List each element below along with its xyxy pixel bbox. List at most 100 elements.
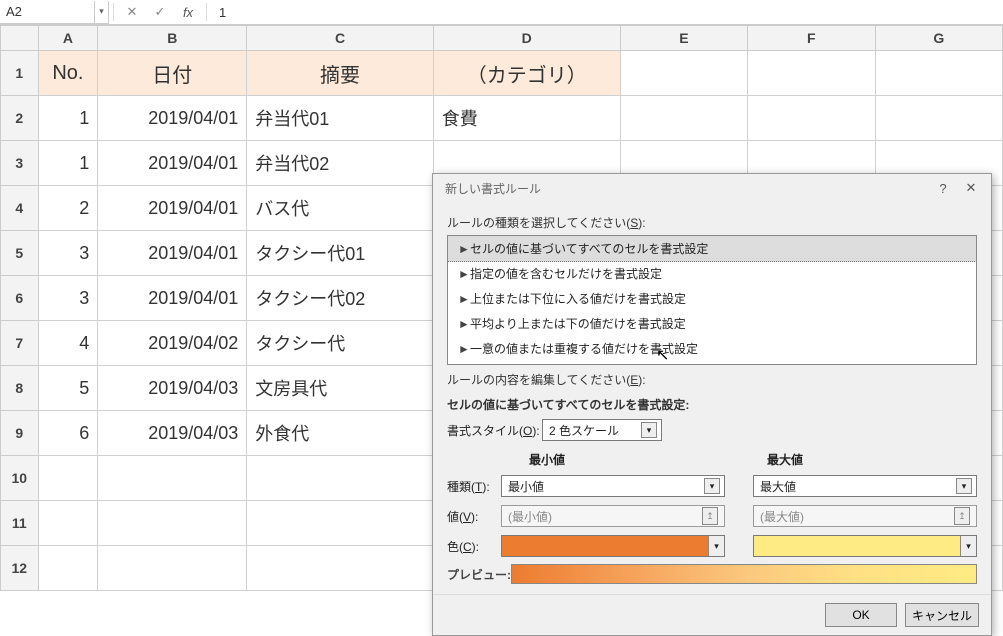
- format-style-combo[interactable]: 2 色スケール ▾: [542, 419, 662, 441]
- cell[interactable]: 3: [38, 231, 98, 276]
- row-header[interactable]: 9: [1, 411, 39, 456]
- formula-cancel-button[interactable]: ✕: [118, 4, 146, 20]
- edit-area-title: セルの値に基づいてすべてのセルを書式設定:: [447, 396, 977, 413]
- ok-button[interactable]: OK: [825, 603, 897, 627]
- cell[interactable]: 1: [38, 96, 98, 141]
- cell[interactable]: （カテゴリ）: [433, 51, 620, 96]
- cell[interactable]: タクシー代: [247, 321, 433, 366]
- cell[interactable]: タクシー代01: [247, 231, 433, 276]
- max-type-combo[interactable]: 最大値 ▾: [753, 475, 977, 497]
- column-header[interactable]: A: [38, 26, 98, 51]
- cell[interactable]: [38, 456, 98, 501]
- cell[interactable]: 2019/04/02: [98, 321, 247, 366]
- help-button[interactable]: ?: [929, 181, 957, 196]
- cell[interactable]: [38, 546, 98, 591]
- column-header[interactable]: B: [98, 26, 247, 51]
- cell[interactable]: [748, 96, 875, 141]
- insert-function-button[interactable]: fx: [174, 5, 202, 20]
- cell[interactable]: 4: [38, 321, 98, 366]
- row-header[interactable]: 1: [1, 51, 39, 96]
- color-label: 色(C):: [447, 538, 501, 555]
- cell[interactable]: 1: [38, 141, 98, 186]
- cell[interactable]: 弁当代02: [247, 141, 433, 186]
- cell[interactable]: 外食代: [247, 411, 433, 456]
- cell[interactable]: 食費: [433, 96, 620, 141]
- cell[interactable]: 2: [38, 186, 98, 231]
- cell[interactable]: 文房具代: [247, 366, 433, 411]
- cell[interactable]: 2019/04/01: [98, 96, 247, 141]
- cell[interactable]: 摘要: [247, 51, 433, 96]
- rule-type-item[interactable]: ► セルの値に基づいてすべてのセルを書式設定: [447, 235, 977, 262]
- row-header[interactable]: 6: [1, 276, 39, 321]
- type-label: 種類(T):: [447, 478, 501, 495]
- preview-label: プレビュー:: [447, 566, 511, 583]
- cell[interactable]: 6: [38, 411, 98, 456]
- name-box-dropdown[interactable]: ▾: [95, 1, 109, 24]
- formula-confirm-button[interactable]: ✓: [146, 4, 174, 20]
- column-header[interactable]: F: [748, 26, 875, 51]
- cell[interactable]: [98, 501, 247, 546]
- cell[interactable]: No.: [38, 51, 98, 96]
- chevron-down-icon: ▾: [956, 478, 972, 494]
- column-header[interactable]: G: [875, 26, 1002, 51]
- min-color-combo[interactable]: ▾: [501, 535, 725, 557]
- row-header[interactable]: 2: [1, 96, 39, 141]
- cell[interactable]: 2019/04/01: [98, 141, 247, 186]
- cell[interactable]: [875, 51, 1002, 96]
- min-type-combo[interactable]: 最小値 ▾: [501, 475, 725, 497]
- row-header[interactable]: 11: [1, 501, 39, 546]
- rule-type-item[interactable]: ► 平均より上または下の値だけを書式設定: [448, 311, 976, 336]
- color-swatch: [754, 536, 960, 556]
- row-header[interactable]: 10: [1, 456, 39, 501]
- rule-type-list[interactable]: ► セルの値に基づいてすべてのセルを書式設定► 指定の値を含むセルだけを書式設定…: [447, 235, 977, 365]
- cell[interactable]: [98, 456, 247, 501]
- rule-type-item[interactable]: ► 数式を使用して、書式設定するセルを決定: [448, 361, 976, 365]
- column-header[interactable]: C: [247, 26, 433, 51]
- cell[interactable]: 日付: [98, 51, 247, 96]
- color-swatch: [502, 536, 708, 556]
- cell[interactable]: 2019/04/03: [98, 411, 247, 456]
- cancel-button[interactable]: キャンセル: [905, 603, 979, 627]
- cell[interactable]: [620, 96, 747, 141]
- cell[interactable]: [875, 96, 1002, 141]
- rule-type-item[interactable]: ► 一意の値または重複する値だけを書式設定: [448, 336, 976, 361]
- max-color-combo[interactable]: ▾: [753, 535, 977, 557]
- cell[interactable]: 5: [38, 366, 98, 411]
- cell[interactable]: [247, 456, 433, 501]
- cell[interactable]: 2019/04/03: [98, 366, 247, 411]
- cell[interactable]: [247, 546, 433, 591]
- formula-input[interactable]: 1: [211, 3, 1003, 22]
- rule-edit-label: ルールの内容を編集してください(E):: [447, 371, 977, 388]
- min-value-input[interactable]: (最小値) ↥: [501, 505, 725, 527]
- rule-type-item[interactable]: ► 指定の値を含むセルだけを書式設定: [448, 261, 976, 286]
- cell[interactable]: 2019/04/01: [98, 231, 247, 276]
- cell[interactable]: タクシー代02: [247, 276, 433, 321]
- cell[interactable]: [98, 546, 247, 591]
- row-header[interactable]: 7: [1, 321, 39, 366]
- rule-type-item[interactable]: ► 上位または下位に入る値だけを書式設定: [448, 286, 976, 311]
- column-header[interactable]: E: [620, 26, 747, 51]
- row-header[interactable]: 3: [1, 141, 39, 186]
- cell[interactable]: 3: [38, 276, 98, 321]
- cell[interactable]: [748, 51, 875, 96]
- cell[interactable]: バス代: [247, 186, 433, 231]
- row-header[interactable]: 12: [1, 546, 39, 591]
- range-picker-icon[interactable]: ↥: [954, 507, 970, 525]
- cell[interactable]: 2019/04/01: [98, 276, 247, 321]
- cell[interactable]: 弁当代01: [247, 96, 433, 141]
- name-box[interactable]: [0, 1, 95, 24]
- dialog-titlebar[interactable]: 新しい書式ルール ? ✕: [433, 174, 991, 202]
- row-header[interactable]: 8: [1, 366, 39, 411]
- close-button[interactable]: ✕: [957, 180, 985, 196]
- preview-gradient: [511, 564, 977, 584]
- select-all-corner[interactable]: [1, 26, 39, 51]
- row-header[interactable]: 4: [1, 186, 39, 231]
- cell[interactable]: 2019/04/01: [98, 186, 247, 231]
- cell[interactable]: [247, 501, 433, 546]
- row-header[interactable]: 5: [1, 231, 39, 276]
- cell[interactable]: [38, 501, 98, 546]
- column-header[interactable]: D: [433, 26, 620, 51]
- range-picker-icon[interactable]: ↥: [702, 507, 718, 525]
- cell[interactable]: [620, 51, 747, 96]
- max-value-input[interactable]: (最大値) ↥: [753, 505, 977, 527]
